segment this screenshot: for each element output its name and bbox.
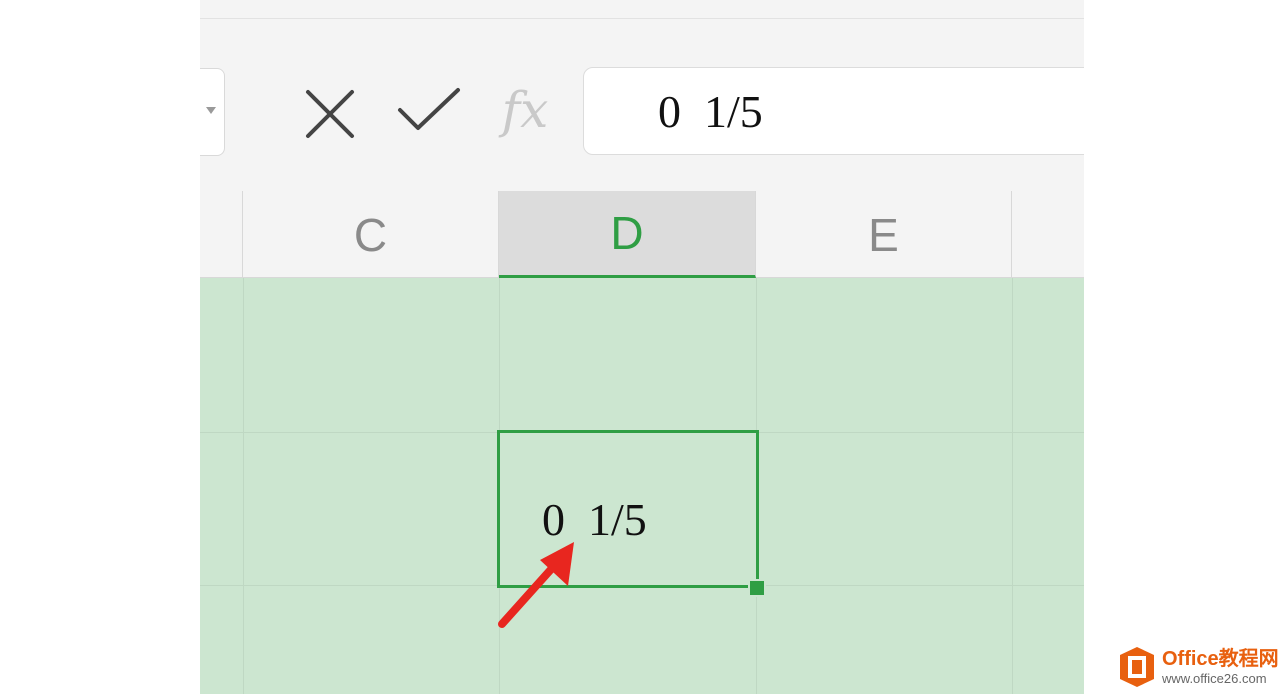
fx-icon[interactable]: fx [490,80,560,140]
grid-line [243,278,244,694]
close-icon[interactable] [302,86,358,142]
watermark-title: Office教程网 [1162,648,1279,670]
cell-grid[interactable]: 0 1/5 [200,278,1084,694]
chevron-down-icon[interactable] [206,107,216,114]
column-header-c[interactable]: C [243,191,499,278]
toolbar-divider [200,18,1084,19]
column-header-e[interactable]: E [756,191,1012,278]
formula-input[interactable]: 0 1/5 [583,67,1084,155]
column-headers: C D E [200,191,1084,278]
grid-line [1012,278,1013,694]
formula-bar: fx 0 1/5 [200,0,1084,191]
column-header-d[interactable]: D [499,191,756,278]
watermark: Office教程网 www.office26.com [1120,643,1279,691]
watermark-url: www.office26.com [1162,671,1267,686]
column-header-b[interactable] [200,191,243,278]
name-box[interactable] [200,68,225,156]
annotation-arrow-icon [498,542,574,628]
check-icon[interactable] [396,84,462,140]
column-header-f[interactable] [1012,191,1084,278]
office-logo-icon [1120,647,1154,687]
spreadsheet-window: fx 0 1/5 C D E 0 1/5 [200,0,1084,694]
fill-handle[interactable] [748,579,766,597]
